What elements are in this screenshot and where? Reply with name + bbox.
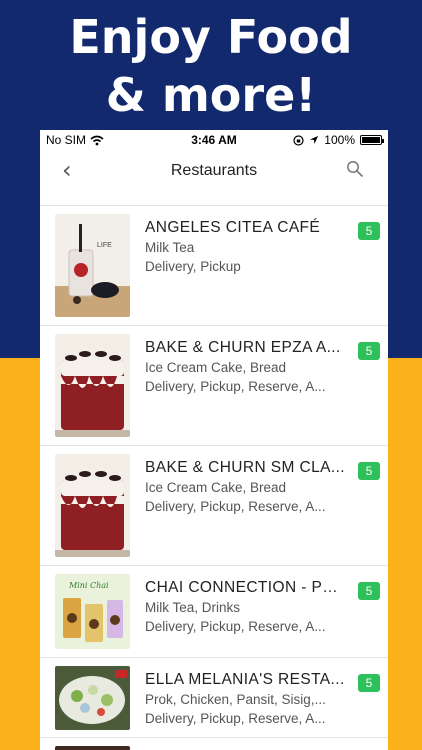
- restaurant-category: Milk Tea: [145, 240, 195, 255]
- rating-badge: 5: [358, 462, 380, 480]
- restaurant-name: ELLA MELANIA'S RESTA...: [145, 671, 345, 688]
- restaurant-row[interactable]: BAKE & CHURN SM CLA... Ice Cream Cake, B…: [40, 446, 388, 566]
- nav-bar: ‹ Restaurants: [40, 150, 388, 206]
- thumb-label: LIFE: [97, 242, 112, 249]
- restaurant-services: Delivery, Pickup, Reserve, A...: [145, 711, 326, 726]
- restaurant-row[interactable]: Mini Chai CHAI CONNECTION - PU... Milk T…: [40, 566, 388, 658]
- restaurant-name: BAKE & CHURN SM CLA...: [145, 459, 345, 476]
- battery-percent: 100%: [324, 133, 355, 147]
- restaurant-thumbnail: Mini Chai: [55, 574, 130, 649]
- restaurant-name: CHAI CONNECTION - PU...: [145, 579, 345, 596]
- restaurant-thumbnail: [55, 666, 130, 730]
- restaurant-thumbnail: [55, 454, 130, 557]
- rotation-lock-icon: [293, 134, 304, 146]
- restaurant-category: Ice Cream Cake, Bread: [145, 480, 287, 495]
- restaurant-name: ANGELES CITEA CAFÉ: [145, 219, 321, 236]
- promo-headline: Enjoy Food & more!: [0, 8, 422, 124]
- page-title: Restaurants: [170, 162, 258, 179]
- search-icon[interactable]: [346, 160, 364, 178]
- thumb-label: Mini Chai: [68, 581, 109, 590]
- rating-badge: 5: [358, 222, 380, 240]
- restaurant-services: Delivery, Pickup, Reserve, A...: [145, 379, 326, 394]
- restaurant-category: Ice Cream Cake, Bread: [145, 360, 287, 375]
- headline-line-2: & more!: [105, 68, 317, 122]
- restaurant-services: Delivery, Pickup: [145, 259, 241, 274]
- restaurant-thumbnail: [55, 334, 130, 437]
- rating-badge: 5: [358, 582, 380, 600]
- headline-line-1: Enjoy Food: [69, 10, 353, 64]
- restaurant-thumbnail: [55, 746, 130, 750]
- restaurant-row[interactable]: BAKE & CHURN EPZA A... Ice Cream Cake, B…: [40, 326, 388, 446]
- restaurant-services: Delivery, Pickup, Reserve, A...: [145, 619, 326, 634]
- battery-icon: [360, 135, 384, 145]
- restaurant-services: Delivery, Pickup, Reserve, A...: [145, 499, 326, 514]
- phone-screen: No SIM 3:46 AM 100% ‹ Restaurants LIFE A…: [40, 130, 388, 750]
- restaurant-category: Prok, Chicken, Pansit, Sisig,...: [145, 692, 326, 707]
- restaurant-row[interactable]: ELLA MELANIA'S RESTA... Prok, Chicken, P…: [40, 658, 388, 738]
- restaurant-thumbnail: LIFE: [55, 214, 130, 317]
- restaurant-row[interactable]: LIFE ANGELES CITEA CAFÉ Milk Tea Deliver…: [40, 206, 388, 326]
- rating-badge: 5: [358, 342, 380, 360]
- restaurant-list: LIFE ANGELES CITEA CAFÉ Milk Tea Deliver…: [40, 206, 388, 750]
- status-bar: No SIM 3:46 AM 100%: [40, 130, 388, 150]
- location-icon: [310, 136, 319, 144]
- restaurant-category: Milk Tea, Drinks: [145, 600, 241, 615]
- restaurant-name: BAKE & CHURN EPZA A...: [145, 339, 341, 356]
- rating-badge: 5: [358, 674, 380, 692]
- restaurant-row[interactable]: [40, 738, 388, 750]
